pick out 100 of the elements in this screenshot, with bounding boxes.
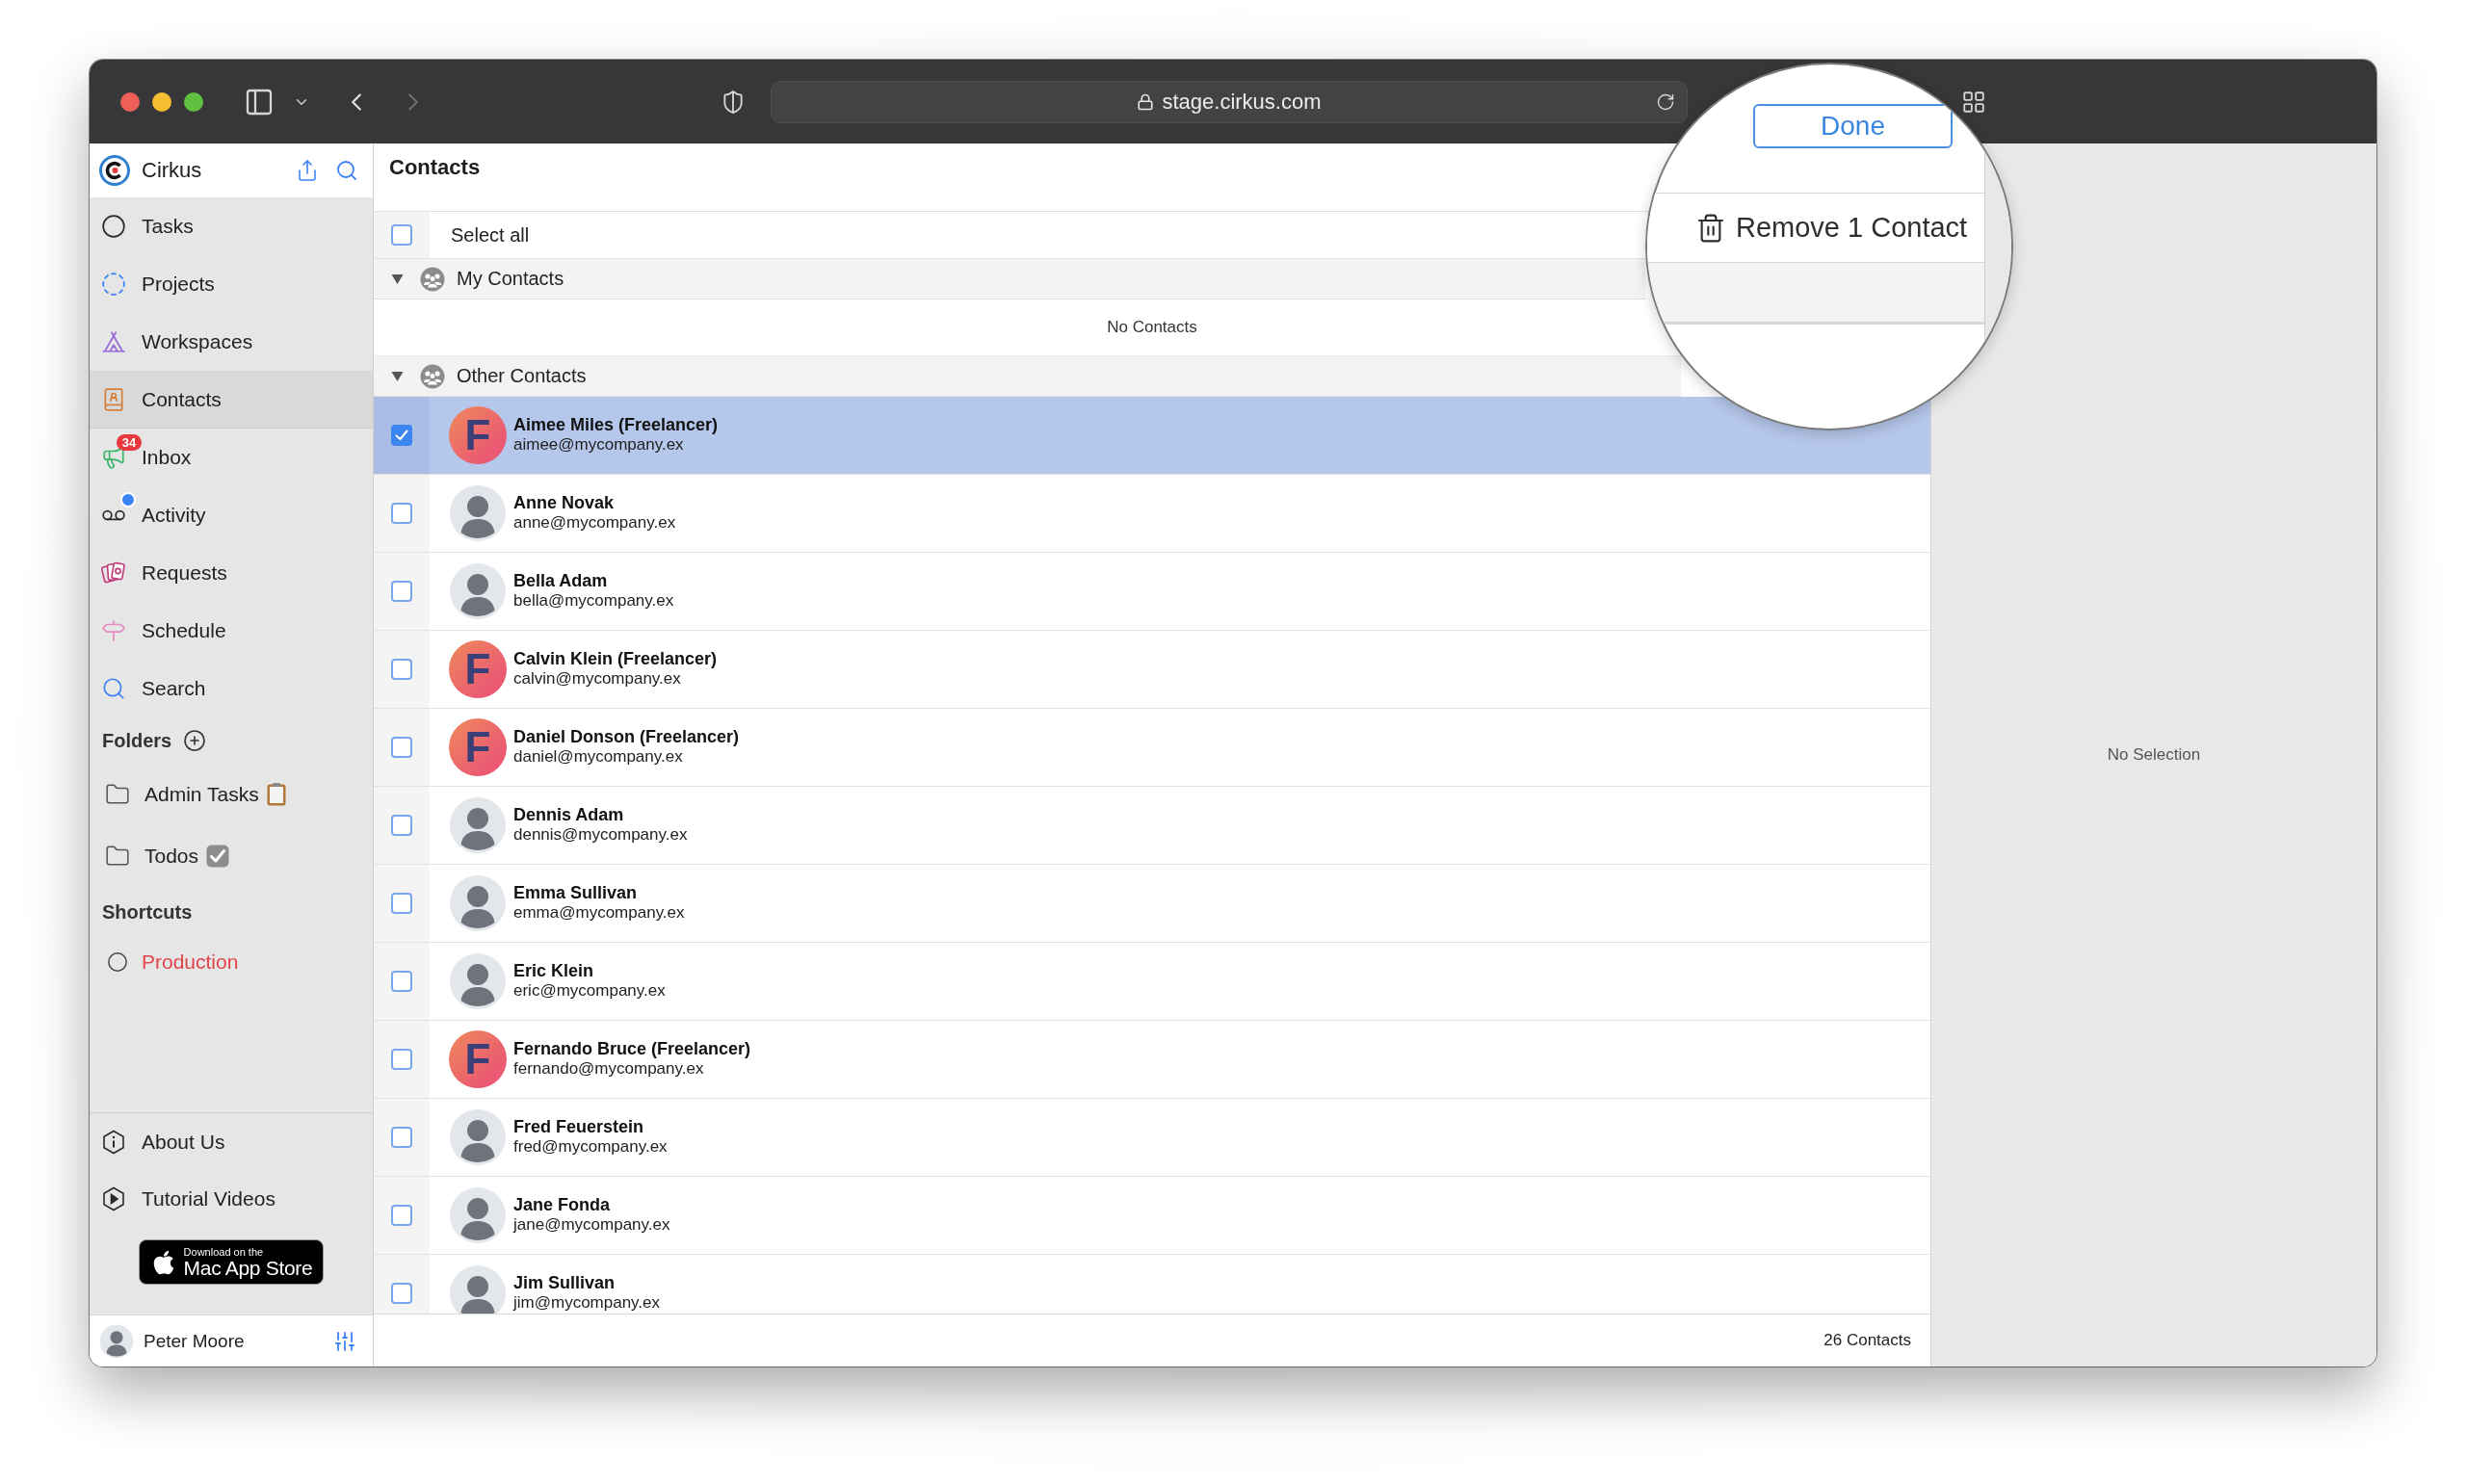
sidebar-item[interactable]: Workspaces — [90, 313, 373, 371]
done-button[interactable]: Done — [1753, 104, 1953, 148]
reload-icon[interactable] — [1656, 91, 1675, 112]
cards-icon — [101, 560, 126, 586]
contact-email: eric@mycompany.ex — [513, 981, 666, 1001]
checkbox[interactable] — [391, 1283, 412, 1304]
circle-icon — [101, 213, 126, 239]
avatar-silhouette-icon — [449, 562, 507, 620]
checkbox[interactable] — [391, 425, 412, 446]
contact-email: calvin@mycompany.ex — [513, 669, 682, 689]
group-icon — [420, 266, 445, 292]
avatar-silhouette-icon — [449, 1186, 507, 1244]
contact-row[interactable]: Jane Fonda jane@mycompany.ex — [374, 1177, 1930, 1255]
checkbox[interactable] — [391, 224, 412, 246]
checkbox[interactable] — [391, 581, 412, 602]
disclosure-triangle-icon[interactable] — [391, 273, 404, 285]
avatar-silhouette-icon — [99, 1323, 134, 1359]
disclosure-triangle-icon[interactable] — [391, 370, 404, 382]
contact-email: jim@mycompany.ex — [513, 1293, 661, 1313]
sidebar-item[interactable]: Projects — [90, 255, 373, 313]
contact-name: Jane Fonda — [513, 1194, 612, 1215]
tent-icon — [101, 328, 126, 354]
contact-row[interactable]: Eric Klein eric@mycompany.ex — [374, 943, 1930, 1021]
initial-avatar: F — [449, 718, 507, 776]
contact-email: bella@mycompany.ex — [513, 591, 674, 611]
app-store-badge[interactable]: Download on the Mac App Store — [139, 1239, 324, 1285]
sidebar-item[interactable]: 34 Inbox — [90, 429, 373, 486]
select-all-label: Select all — [451, 223, 530, 247]
sidebar-link[interactable]: Tutorial Videos — [90, 1171, 373, 1227]
checkbox[interactable] — [391, 815, 412, 836]
initial-avatar: F — [449, 640, 507, 698]
sidebar-item[interactable]: Schedule — [90, 602, 373, 660]
contact-name: Emma Sullivan — [513, 882, 639, 903]
contact-email: anne@mycompany.ex — [513, 513, 676, 533]
sidebar-link[interactable]: About Us — [90, 1113, 373, 1171]
contact-name: Anne Novak — [513, 492, 616, 513]
checkbox[interactable] — [391, 893, 412, 914]
sidebar-item[interactable]: Contacts — [90, 371, 373, 429]
folder-item[interactable]: Admin Tasks — [90, 764, 373, 825]
contact-row[interactable]: F Calvin Klein (Freelancer) calvin@mycompany.ex — [374, 631, 1930, 709]
checkbox[interactable] — [391, 1205, 412, 1226]
checkbox[interactable] — [391, 971, 412, 992]
contact-row[interactable]: Emma Sullivan emma@mycompany.ex — [374, 865, 1930, 943]
list-title: Contacts — [389, 155, 481, 179]
zoom-button[interactable] — [184, 91, 203, 112]
section-title: Shortcuts — [102, 900, 193, 924]
empty-message: No Contacts — [1107, 318, 1197, 337]
contact-email: aimee@mycompany.ex — [513, 435, 685, 455]
search-icon[interactable] — [335, 159, 358, 182]
sidebar-item[interactable]: Requests — [90, 544, 373, 602]
circle-icon — [107, 951, 128, 973]
contact-email: dennis@mycompany.ex — [513, 825, 688, 845]
contact-name: Calvin Klein (Freelancer) — [513, 648, 718, 669]
contact-row[interactable]: F Daniel Donson (Freelancer) daniel@mycompany.ex — [374, 709, 1930, 787]
initial-avatar: F — [449, 1030, 507, 1088]
contact-row[interactable]: Bella Adam bella@mycompany.ex — [374, 553, 1930, 631]
contact-email: jane@mycompany.ex — [513, 1215, 670, 1235]
checkbox[interactable] — [391, 659, 412, 680]
contact-name: Fernando Bruce (Freelancer) — [513, 1038, 751, 1059]
notification-badge: 34 — [117, 433, 142, 451]
search-icon — [101, 675, 126, 701]
sliders-icon[interactable] — [333, 1329, 356, 1353]
avatar-silhouette-icon — [449, 1264, 507, 1314]
contact-name: Jim Sullivan — [513, 1272, 616, 1293]
contact-row[interactable]: Anne Novak anne@mycompany.ex — [374, 475, 1930, 553]
address-bar[interactable]: stage.cirkus.com — [771, 80, 1688, 123]
remove-contact-button[interactable]: Remove 1 Contact — [1647, 193, 1984, 263]
contact-name: Dennis Adam — [513, 804, 625, 825]
avatar-silhouette-icon — [449, 952, 507, 1010]
grid-icon[interactable] — [1961, 89, 1986, 115]
sidebar-item[interactable]: Activity — [90, 486, 373, 544]
share-icon[interactable] — [296, 159, 319, 182]
minimize-button[interactable] — [152, 91, 171, 112]
app-logo-icon — [99, 155, 130, 186]
checkbox[interactable] — [391, 737, 412, 758]
close-button[interactable] — [120, 91, 140, 112]
checkmark-icon — [395, 430, 408, 441]
contact-row[interactable]: Dennis Adam dennis@mycompany.ex — [374, 787, 1930, 865]
contact-email: fernando@mycompany.ex — [513, 1059, 705, 1079]
avatar-silhouette-icon — [449, 484, 507, 542]
contact-email: emma@mycompany.ex — [513, 903, 685, 923]
contact-row[interactable]: Fred Feuerstein fred@mycompany.ex — [374, 1099, 1930, 1177]
folder-item[interactable]: Todos — [90, 825, 373, 887]
checkbox[interactable] — [391, 503, 412, 524]
avatar-silhouette-icon — [449, 1108, 507, 1166]
checkbox[interactable] — [391, 1049, 412, 1070]
contact-row[interactable]: F Aimee Miles (Freelancer) aimee@mycompany.ex — [374, 397, 1930, 475]
group-header[interactable]: Other Contacts — [374, 356, 1681, 397]
shield-icon[interactable] — [721, 89, 746, 115]
contact-row[interactable]: F Fernando Bruce (Freelancer) fernando@mycompany.ex — [374, 1021, 1930, 1099]
contact-name: Daniel Donson (Freelancer) — [513, 726, 740, 747]
sidebar-item[interactable]: Search — [90, 660, 373, 717]
user-name: Peter Moore — [144, 1330, 245, 1352]
sidebar-item[interactable]: Tasks — [90, 197, 373, 255]
clipboard-icon — [266, 783, 286, 806]
checkbox[interactable] — [391, 1127, 412, 1148]
trash-icon — [1695, 212, 1726, 244]
add-circle-icon[interactable] — [183, 729, 207, 752]
group-header[interactable]: My Contacts — [374, 259, 1645, 299]
initial-avatar: F — [449, 406, 507, 464]
